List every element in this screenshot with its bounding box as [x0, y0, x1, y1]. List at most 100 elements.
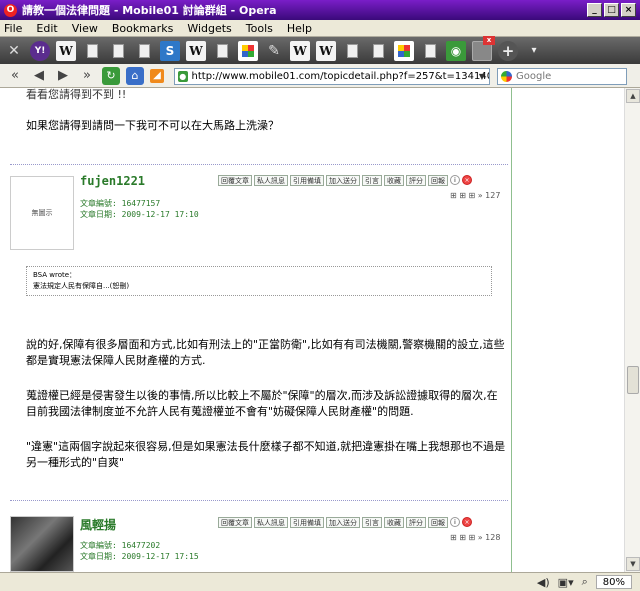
quote-button[interactable]: 引言 — [362, 175, 382, 186]
favorite-button[interactable]: 收藏 — [384, 175, 404, 186]
zoom-icon[interactable]: ⌕ — [582, 575, 588, 589]
report-button[interactable]: 回報 — [428, 517, 448, 528]
delete-icon[interactable]: × — [462, 517, 472, 527]
tab-google-1[interactable] — [238, 40, 258, 61]
tab-green-site[interactable]: ◉ — [446, 40, 466, 61]
tab-wiki-1[interactable]: W — [56, 40, 76, 61]
forward-icon[interactable]: ▶ — [54, 67, 72, 85]
minimize-button[interactable]: _ — [587, 3, 602, 17]
tab-google-2[interactable] — [394, 40, 414, 61]
menu-view[interactable]: View — [72, 22, 98, 35]
quote-body: 憲法規定人民有保障自...(恕刪) — [33, 282, 130, 290]
site-security-icon: ● — [178, 71, 188, 82]
info-icon[interactable]: i — [450, 517, 460, 527]
post-author[interactable]: fujen1221 — [80, 174, 145, 188]
delete-icon[interactable]: × — [462, 175, 472, 185]
tab-active[interactable]: x — [472, 35, 495, 61]
tab-wiki-2[interactable]: W — [186, 40, 206, 61]
tab-wiki-3[interactable]: W — [290, 40, 310, 61]
window-title: 請教一個法律問題 - Mobile01 討論群組 - Opera — [22, 4, 277, 17]
reply-button[interactable]: 回覆文章 — [218, 517, 252, 528]
back-double-icon[interactable]: « — [6, 67, 24, 85]
zoom-level[interactable]: 80% — [595, 575, 632, 589]
post-action-buttons: 回覆文章 私人訊息 引用備填 加入送分 引言 收藏 評分 回報 i × — [218, 517, 472, 528]
quote-header: BSA wrote： — [33, 271, 77, 279]
page-content: 看看您請得到不到 !! 如果您請得到請問一下我可不可以在大馬路上洗澡？ 無圖示 … — [0, 88, 624, 572]
tab-doc-7[interactable] — [420, 41, 440, 61]
speaker-icon[interactable]: ◀) — [537, 576, 550, 589]
tab-bar: ✕ Y! W S W ✎ W W ◉ x + ▾ — [0, 35, 640, 64]
add-points-button[interactable]: 加入送分 — [326, 175, 360, 186]
menu-tools[interactable]: Tools — [246, 22, 273, 35]
feed-icon[interactable]: ◢ — [150, 68, 164, 83]
scroll-down-icon[interactable]: ▼ — [626, 557, 640, 571]
menu-edit[interactable]: Edit — [36, 22, 57, 35]
tab-s-site[interactable]: S — [160, 40, 180, 61]
avatar-placeholder: 無圖示 — [10, 176, 74, 250]
tab-doc-1[interactable] — [82, 41, 102, 61]
post-paragraph-2: 蒐證權已經是侵害發生以後的事情,所以比較上不屬於"保障"的層次,而涉及訴訟證據取… — [26, 389, 498, 418]
menu-help[interactable]: Help — [287, 22, 312, 35]
close-tab-icon[interactable]: x — [483, 35, 495, 45]
search-box[interactable] — [497, 68, 627, 85]
opera-app-icon: O — [4, 3, 17, 17]
tab-wiki-4[interactable]: W — [316, 40, 336, 61]
home-icon[interactable]: ⌂ — [126, 66, 144, 85]
post-separator — [10, 500, 508, 501]
avatar-photo — [10, 516, 74, 572]
add-points-button[interactable]: 加入送分 — [326, 517, 360, 528]
private-message-button[interactable]: 私人訊息 — [254, 175, 288, 186]
document-icon — [346, 43, 358, 58]
rate-button[interactable]: 評分 — [406, 175, 426, 186]
search-input[interactable] — [516, 71, 611, 82]
tab-doc-2[interactable] — [108, 41, 128, 61]
article-date: 文章日期: 2009-12-17 17:15 — [80, 552, 199, 561]
scroll-thumb[interactable] — [627, 366, 639, 394]
tab-doc-5[interactable] — [342, 41, 362, 61]
private-message-button[interactable]: 私人訊息 — [254, 517, 288, 528]
quote-fill-button[interactable]: 引用備填 — [290, 517, 324, 528]
post-author[interactable]: 風輕揚 — [80, 516, 116, 533]
menu-widgets[interactable]: Widgets — [187, 22, 231, 35]
maximize-button[interactable]: □ — [604, 3, 619, 17]
tools-tab-icon[interactable]: ✕ — [4, 41, 24, 61]
vertical-scrollbar[interactable]: ▲ ▼ — [624, 88, 640, 572]
menu-file[interactable]: File — [4, 22, 22, 35]
post-paragraph-1: 說的好,保障有很多層面和方式,比如有刑法上的"正當防衛",比如有有司法機關,警察… — [26, 338, 505, 367]
document-icon — [86, 43, 98, 58]
document-icon — [112, 43, 124, 58]
document-icon — [424, 43, 436, 58]
tab-tool-2[interactable]: ✎ — [264, 41, 284, 61]
tab-doc-4[interactable] — [212, 41, 232, 61]
info-icon[interactable]: i — [450, 175, 460, 185]
address-url[interactable]: http://www.mobile01.com/topicdetail.php?… — [192, 71, 489, 82]
reload-icon[interactable]: ↻ — [102, 66, 120, 85]
address-bar[interactable]: ● http://www.mobile01.com/topicdetail.ph… — [174, 68, 490, 85]
scroll-up-icon[interactable]: ▲ — [626, 89, 640, 103]
rate-button[interactable]: 評分 — [406, 517, 426, 528]
new-tab-button[interactable]: + — [498, 40, 518, 61]
quote-fill-button[interactable]: 引用備填 — [290, 175, 324, 186]
camera-icon[interactable]: ▣▾ — [558, 576, 574, 589]
post-separator — [10, 164, 508, 165]
status-bar: ◀) ▣▾ ⌕ 80% — [0, 572, 640, 591]
document-icon — [138, 43, 150, 58]
back-icon[interactable]: ◀ — [30, 67, 48, 85]
address-dropdown-icon[interactable]: ▼ — [475, 69, 489, 84]
quote-button[interactable]: 引言 — [362, 517, 382, 528]
close-window-button[interactable]: × — [621, 3, 636, 17]
report-button[interactable]: 回報 — [428, 175, 448, 186]
tab-list-button[interactable]: ▾ — [524, 41, 544, 61]
fast-forward-icon[interactable]: » — [78, 67, 96, 85]
tab-doc-6[interactable] — [368, 41, 388, 61]
tab-doc-3[interactable] — [134, 41, 154, 61]
menu-bar: File Edit View Bookmarks Widgets Tools H… — [0, 20, 640, 37]
favorite-button[interactable]: 收藏 — [384, 517, 404, 528]
reply-button[interactable]: 回覆文章 — [218, 175, 252, 186]
tab-yahoo[interactable]: Y! — [30, 40, 50, 61]
floor-number: ⊞ ⊞ ⊞ » 128 — [450, 533, 501, 542]
document-icon — [216, 43, 228, 58]
google-icon — [242, 44, 254, 57]
floor-number: ⊞ ⊞ ⊞ » 127 — [450, 191, 501, 200]
menu-bookmarks[interactable]: Bookmarks — [112, 22, 173, 35]
